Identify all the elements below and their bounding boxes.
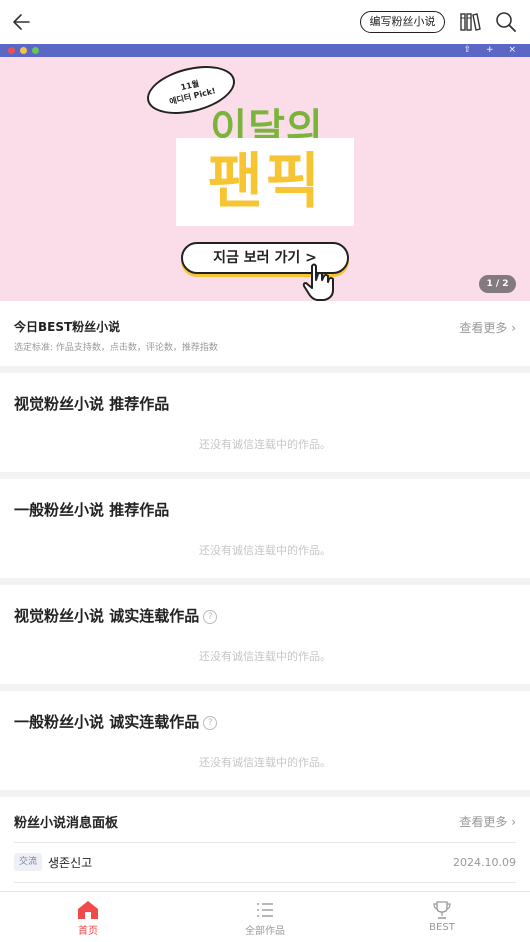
help-icon[interactable]: ? bbox=[203, 610, 218, 624]
section-divider bbox=[0, 366, 530, 373]
nav-best-label: BEST bbox=[429, 922, 455, 933]
empty-state-text: 还没有诚信连载中的作品。 bbox=[199, 544, 331, 557]
arrow-left-icon bbox=[13, 14, 30, 30]
best-more-label: 查看更多 bbox=[459, 321, 508, 335]
search-button[interactable] bbox=[494, 10, 518, 34]
trophy-icon bbox=[433, 901, 451, 919]
library-button[interactable] bbox=[458, 10, 482, 34]
promo-banner[interactable]: ⇧ + × 11월 에디터 Pick! 이달의 팬픽 지금 보러 가기 > 1 … bbox=[0, 44, 530, 301]
board-divider bbox=[14, 882, 516, 883]
back-button[interactable] bbox=[10, 10, 34, 34]
board-title: 粉丝小说消息面板 bbox=[14, 816, 119, 831]
bookshelf-icon bbox=[460, 13, 481, 31]
section-divider bbox=[0, 790, 530, 797]
post-title[interactable]: 생존신고 bbox=[48, 854, 92, 871]
bottom-navigation: 首页 全部作品 BEST bbox=[0, 891, 530, 942]
section-divider bbox=[0, 472, 530, 479]
write-fanfic-button[interactable]: 编写粉丝小说 bbox=[360, 11, 445, 33]
nav-best[interactable]: BEST bbox=[354, 892, 530, 942]
section-title-general-honest: 一般粉丝小说 诚实连载作品? bbox=[14, 711, 218, 732]
post-tag: 交流 bbox=[14, 853, 43, 871]
banner-headline-fanpick: 팬픽 bbox=[207, 147, 323, 217]
search-icon bbox=[496, 12, 516, 32]
post-date: 2024.10.09 bbox=[453, 856, 516, 869]
empty-state-text: 还没有诚信连载中的作品。 bbox=[199, 650, 331, 663]
section-divider bbox=[0, 684, 530, 691]
window-close-dot bbox=[8, 47, 15, 54]
section-title-text: 视觉粉丝小说 诚实连载作品 bbox=[14, 607, 200, 625]
pointer-hand-icon bbox=[300, 262, 336, 301]
section-divider bbox=[0, 578, 530, 585]
banner-page-indicator: 1 / 2 bbox=[479, 275, 516, 293]
list-icon bbox=[257, 903, 273, 917]
chevron-right-icon: › bbox=[511, 321, 516, 335]
board-more-link[interactable]: 查看更多 › bbox=[459, 813, 516, 830]
window-maximize-dot bbox=[32, 47, 39, 54]
section-title-visual-recommended: 视觉粉丝小说 推荐作品 bbox=[14, 395, 170, 413]
window-bar-icons: ⇧ + × bbox=[463, 45, 522, 55]
best-today-title: 今日BEST粉丝小说 bbox=[14, 320, 121, 334]
window-minimize-dot bbox=[20, 47, 27, 54]
nav-all-works[interactable]: 全部作品 bbox=[177, 892, 353, 942]
nav-home[interactable]: 首页 bbox=[0, 892, 176, 942]
section-title-text: 一般粉丝小说 诚实连载作品 bbox=[14, 713, 200, 731]
nav-all-works-label: 全部作品 bbox=[245, 926, 285, 937]
best-more-link[interactable]: 查看更多 › bbox=[459, 319, 516, 336]
section-title-general-recommended: 一般粉丝小说 推荐作品 bbox=[14, 501, 170, 519]
top-app-bar: 编写粉丝小说 bbox=[0, 0, 530, 44]
chevron-right-icon: › bbox=[511, 815, 516, 829]
nav-home-label: 首页 bbox=[78, 926, 98, 937]
board-divider bbox=[14, 842, 516, 843]
home-icon bbox=[78, 901, 98, 919]
help-icon[interactable]: ? bbox=[203, 716, 218, 730]
banner-window-bar: ⇧ + × bbox=[0, 44, 530, 57]
empty-state-text: 还没有诚信连载中的作品。 bbox=[199, 756, 331, 769]
board-more-label: 查看更多 bbox=[459, 815, 508, 829]
best-criteria-text: 选定标准: 作品支持数，点击数，评论数，推荐指数 bbox=[14, 343, 218, 353]
section-title-visual-honest: 视觉粉丝小说 诚实连载作品? bbox=[14, 605, 218, 626]
empty-state-text: 还没有诚信连载中的作品。 bbox=[199, 438, 331, 451]
